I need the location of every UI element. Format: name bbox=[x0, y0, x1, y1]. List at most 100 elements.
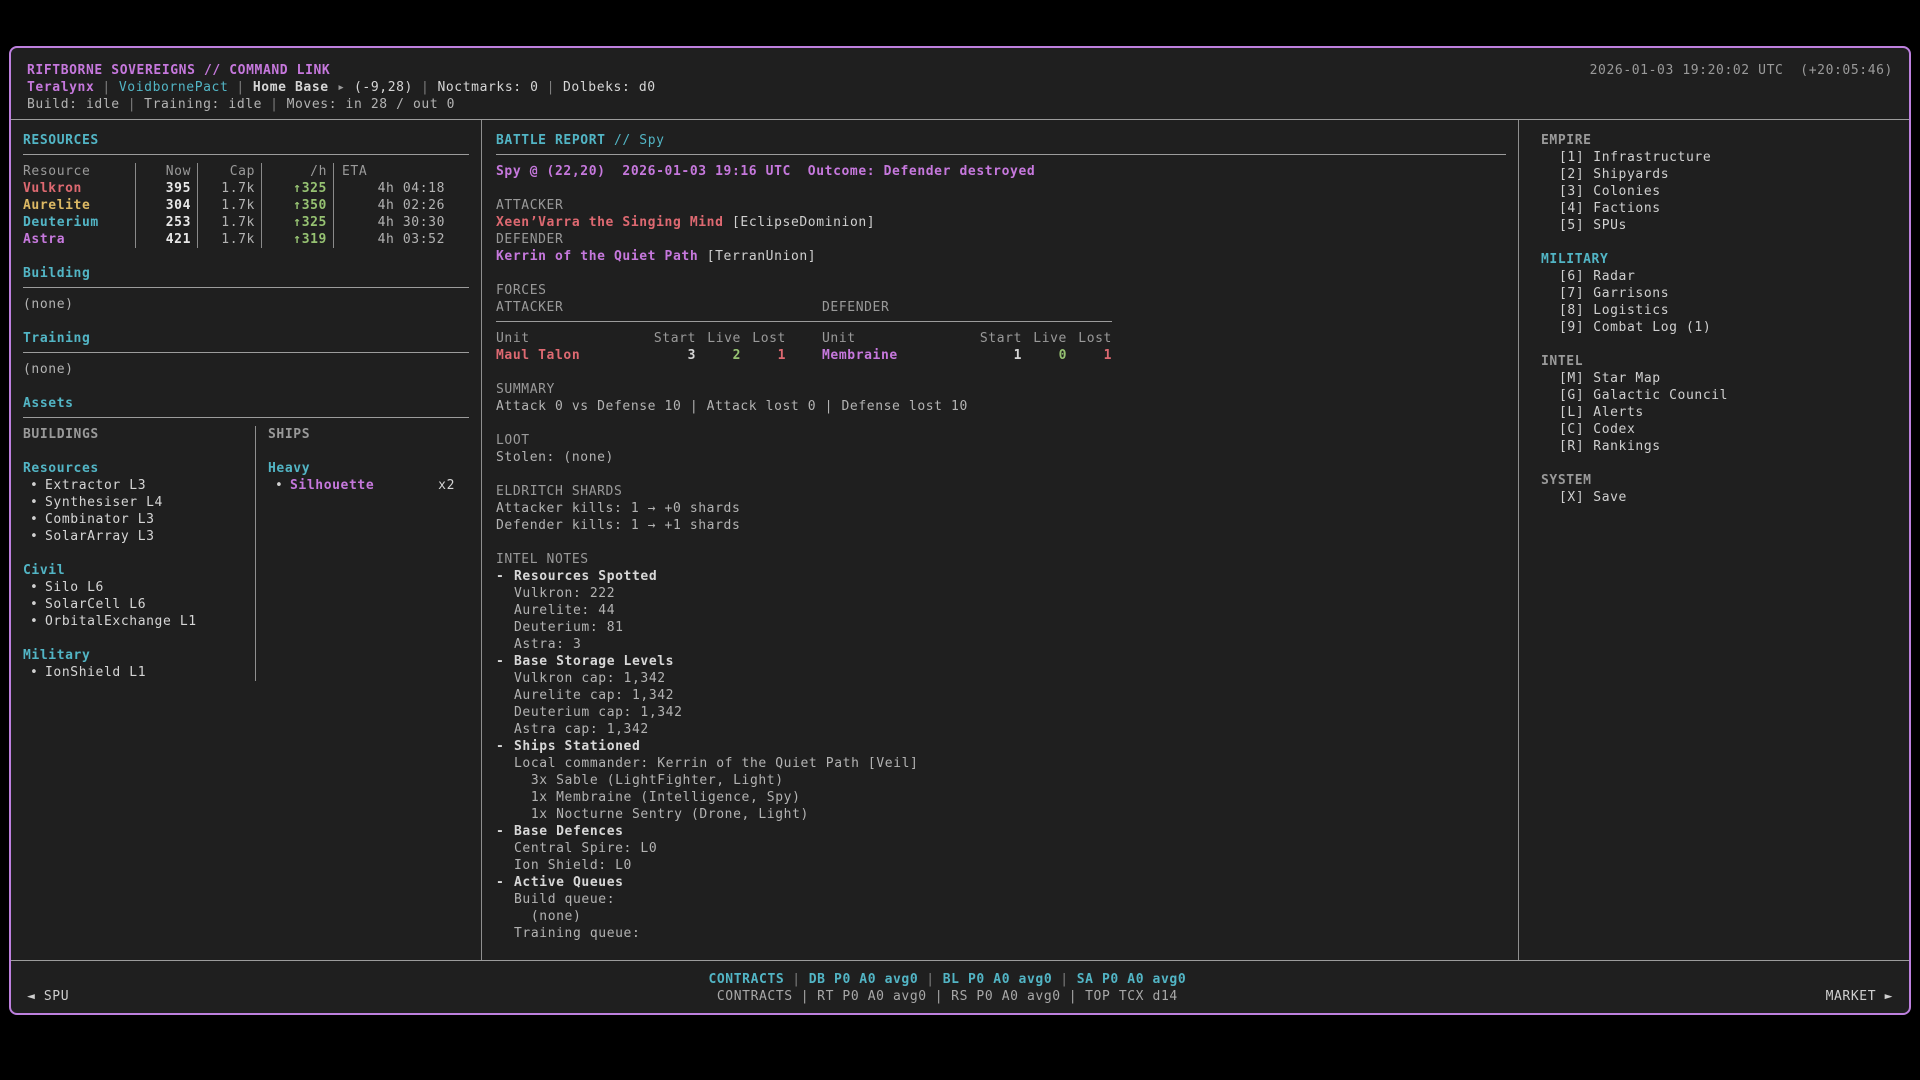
menu-section-title: INTEL bbox=[1541, 353, 1897, 370]
menu-item-logistics[interactable]: [8]Logistics bbox=[1541, 302, 1897, 319]
resources-table: Resource Now Cap /h ETA Vulkron 395 1.7k… bbox=[23, 163, 469, 248]
defender-clan: [TerranUnion] bbox=[707, 249, 817, 264]
status-line: Build: idle|Training: idle|Moves: in 28 … bbox=[27, 96, 1893, 113]
resource-name: Aurelite bbox=[23, 197, 135, 214]
col-header: Unit bbox=[822, 330, 967, 347]
base-coords: (-9,28) bbox=[354, 80, 413, 95]
buildings-title: BUILDINGS bbox=[23, 426, 245, 443]
resources-title: RESOURCES bbox=[23, 132, 469, 149]
dash-icon: - bbox=[496, 823, 514, 840]
building-item: •SolarCell L6 bbox=[23, 596, 245, 613]
forces-label: FORCES bbox=[496, 282, 1506, 299]
moves-status: Moves: in 28 / out 0 bbox=[287, 97, 456, 112]
menu-item-rankings[interactable]: [R]Rankings bbox=[1541, 438, 1897, 455]
spu-nav[interactable]: ◄ SPU bbox=[27, 988, 69, 1005]
contracts-tab[interactable]: CONTRACTS bbox=[708, 972, 784, 987]
resource-name: Astra bbox=[23, 231, 135, 248]
building-group-name: Resources bbox=[23, 460, 245, 477]
menu-item-galactic-council[interactable]: [G]Galactic Council bbox=[1541, 387, 1897, 404]
menu-item-shipyards[interactable]: [2]Shipyards bbox=[1541, 166, 1897, 183]
menu-item-alerts[interactable]: [L]Alerts bbox=[1541, 404, 1897, 421]
attacker-name: Xeen’Varra the Singing Mind bbox=[496, 215, 724, 230]
unit-lost: 1 bbox=[741, 347, 786, 364]
ship-name: Silhouette bbox=[290, 477, 374, 494]
footer: ◄ SPU CONTRACTS|DB P0 A0 avg0|BL P0 A0 a… bbox=[11, 960, 1909, 1013]
dolbeks-counter: Dolbeks: d0 bbox=[563, 80, 656, 95]
market-nav[interactable]: MARKET ► bbox=[1826, 988, 1893, 1005]
menu-section-title: EMPIRE bbox=[1541, 132, 1897, 149]
building-item: •IonShield L1 bbox=[23, 664, 245, 681]
unit-lost: 1 bbox=[1067, 347, 1112, 364]
intel-group: -Base Defences Central Spire: L0 Ion Shi… bbox=[496, 823, 1506, 874]
menu-item-factions[interactable]: [4]Factions bbox=[1541, 200, 1897, 217]
bullet-icon: • bbox=[30, 579, 45, 596]
bullet-icon: • bbox=[30, 511, 45, 528]
intel-line: Build queue: bbox=[496, 891, 1506, 908]
menu-section-title: SYSTEM bbox=[1541, 472, 1897, 489]
intel-notes-label: INTEL NOTES bbox=[496, 551, 1506, 568]
intel-group: -Resources Spotted Vulkron: 222 Aurelite… bbox=[496, 568, 1506, 653]
divider bbox=[23, 417, 469, 418]
menu-item-colonies[interactable]: [3]Colonies bbox=[1541, 183, 1897, 200]
defender-label: DEFENDER bbox=[496, 231, 1506, 248]
defender-forces-table: Unit Start Live Lost Membraine 1 0 1 bbox=[822, 330, 1112, 364]
shards-label: ELDRITCH SHARDS bbox=[496, 483, 1506, 500]
resource-name: Vulkron bbox=[23, 180, 135, 197]
unit-live: 2 bbox=[696, 347, 741, 364]
menu-item-star-map[interactable]: [M]Star Map bbox=[1541, 370, 1897, 387]
resource-rate: ↑319 bbox=[261, 231, 333, 248]
menu-item-codex[interactable]: [C]Codex bbox=[1541, 421, 1897, 438]
bullet-icon: • bbox=[275, 477, 290, 494]
unit-live: 0 bbox=[1022, 347, 1067, 364]
resource-rate: ↑325 bbox=[261, 180, 333, 197]
training-queue-empty: (none) bbox=[23, 361, 469, 378]
resource-eta: 4h 02:26 bbox=[333, 197, 469, 214]
attacker-forces-table: Unit Start Live Lost Maul Talon 3 2 1 bbox=[496, 330, 786, 364]
intel-line: (none) bbox=[496, 908, 1506, 925]
menu-item-combat-log[interactable]: [9]Combat Log (1) bbox=[1541, 319, 1897, 336]
intel-group: -Base Storage Levels Vulkron cap: 1,342 … bbox=[496, 653, 1506, 738]
defender-identity: Kerrin of the Quiet Path [TerranUnion] bbox=[496, 248, 1506, 265]
header: RIFTBORNE SOVEREIGNS // COMMAND LINK 202… bbox=[11, 48, 1909, 119]
building-queue-empty: (none) bbox=[23, 296, 469, 313]
bullet-icon: • bbox=[30, 596, 45, 613]
ticker-segment: DB P0 A0 avg0 bbox=[809, 972, 919, 987]
menu-item-save[interactable]: [X]Save bbox=[1541, 489, 1897, 506]
menu-section-military: MILITARY [6]Radar [7]Garrisons [8]Logist… bbox=[1541, 251, 1897, 336]
menu-item-spus[interactable]: [5]SPUs bbox=[1541, 217, 1897, 234]
col-header: Cap bbox=[197, 163, 261, 180]
menu-section-title: MILITARY bbox=[1541, 251, 1897, 268]
separator: | bbox=[236, 80, 244, 95]
attacker-clan: [EclipseDominion] bbox=[732, 215, 875, 230]
separator: | bbox=[128, 97, 136, 112]
bullet-icon: • bbox=[30, 477, 45, 494]
col-header: Now bbox=[135, 163, 197, 180]
menu-item-infrastructure[interactable]: [1]Infrastructure bbox=[1541, 149, 1897, 166]
ship-count: x2 bbox=[438, 477, 469, 494]
unit-name: Maul Talon bbox=[496, 347, 641, 364]
loot-label: LOOT bbox=[496, 432, 1506, 449]
resource-now: 304 bbox=[135, 197, 197, 214]
divider bbox=[496, 321, 1112, 322]
resource-name: Deuterium bbox=[23, 214, 135, 231]
building-item: •Extractor L3 bbox=[23, 477, 245, 494]
menu-section-system: SYSTEM [X]Save bbox=[1541, 472, 1897, 506]
resource-cap: 1.7k bbox=[197, 214, 261, 231]
menu-item-radar[interactable]: [6]Radar bbox=[1541, 268, 1897, 285]
resource-rate: ↑350 bbox=[261, 197, 333, 214]
menu-item-garrisons[interactable]: [7]Garrisons bbox=[1541, 285, 1897, 302]
player-name: Teralynx bbox=[27, 80, 94, 95]
forces-defender-header: DEFENDER bbox=[822, 299, 1112, 316]
resource-now: 253 bbox=[135, 214, 197, 231]
building-group-name: Civil bbox=[23, 562, 245, 579]
intel-line: 3x Sable (LightFighter, Light) bbox=[496, 772, 1506, 789]
intel-heading: Ships Stationed bbox=[514, 739, 640, 754]
clock: 2026-01-03 19:20:02 UTC (+20:05:46) bbox=[1590, 62, 1893, 79]
pact-name: VoidbornePact bbox=[119, 80, 229, 95]
base-overview-panel: RESOURCES Resource Now Cap /h ETA Vulkro… bbox=[11, 120, 481, 960]
col-header: Start bbox=[967, 330, 1022, 347]
building-item: •OrbitalExchange L1 bbox=[23, 613, 245, 630]
resource-cap: 1.7k bbox=[197, 231, 261, 248]
intel-line: Training queue: bbox=[496, 925, 1506, 942]
intel-line: Deuterium: 81 bbox=[496, 619, 1506, 636]
